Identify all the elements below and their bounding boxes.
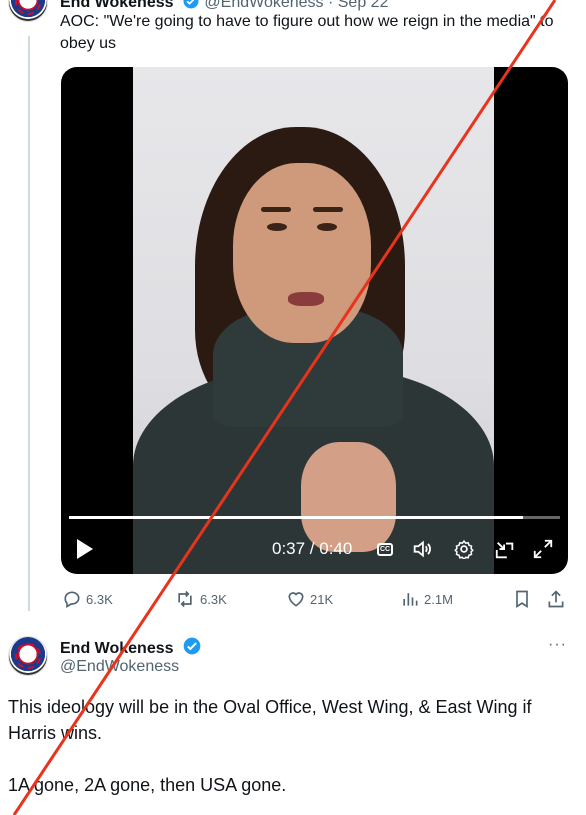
reply-count: 6.3K [86,591,113,607]
picture-in-picture-icon[interactable] [494,539,516,561]
author-handle-time[interactable]: @EndWokeness · Sep 22 [204,0,388,11]
thread-connector-line [28,36,30,611]
author-name[interactable]: End Wokeness [60,0,174,11]
video-progress-fill [69,516,524,519]
video-progress-bar[interactable] [69,516,560,519]
video-person-face [233,163,371,343]
repost-button[interactable]: 6.3K [174,589,227,609]
analytics-bars-icon [403,593,418,606]
verified-badge-icon [183,0,199,9]
author-avatar[interactable] [8,0,48,22]
video-person-hand [301,442,396,552]
video-frame [133,67,494,574]
more-options-icon[interactable]: ··· [548,636,567,654]
author-avatar[interactable] [8,636,48,676]
volume-icon[interactable] [411,538,433,560]
bookmark-button[interactable] [512,589,536,609]
video-player[interactable]: 0:37 / 0:40 CC [61,67,568,574]
bookmark-icon [516,590,528,609]
view-count: 2.1M [424,591,453,607]
like-count: 21K [310,591,334,607]
repost-icon [178,590,192,608]
captions-icon[interactable]: CC [377,543,393,556]
verified-badge-icon [183,637,201,655]
author-handle[interactable]: @EndWokeness [60,658,179,676]
share-icon [548,590,564,608]
video-person-mouth [288,292,324,306]
heart-icon [288,592,304,607]
fullscreen-icon[interactable] [532,538,554,560]
author-name[interactable]: End Wokeness [60,640,174,657]
share-button[interactable] [546,589,570,609]
tweet-author-header: End Wokeness [60,636,202,658]
tweet-paragraph: This ideology will be in the Oval Office… [8,697,532,743]
video-person-brow [261,207,291,212]
tweet-text: AOC: "We're going to have to figure out … [60,13,554,52]
like-button[interactable]: 21K [286,589,333,609]
tweet-action-bar: 6.3K 6.3K 21K 2.1M [0,589,586,613]
tweet-body: This ideology will be in the Oval Office… [8,694,583,815]
reply-button[interactable]: 6.3K [62,589,113,609]
reply-icon [64,591,80,608]
video-person-eye [267,223,287,231]
views-button[interactable]: 2.1M [400,589,453,609]
tweet-paragraph: 1A gone, 2A gone, then USA gone. [8,775,287,795]
video-person-eye [317,223,337,231]
video-time: 0:37 / 0:40 [272,539,353,558]
play-icon[interactable] [77,539,93,559]
repost-count: 6.3K [200,591,227,607]
video-person-brow [313,207,343,212]
settings-gear-icon[interactable] [454,539,474,559]
